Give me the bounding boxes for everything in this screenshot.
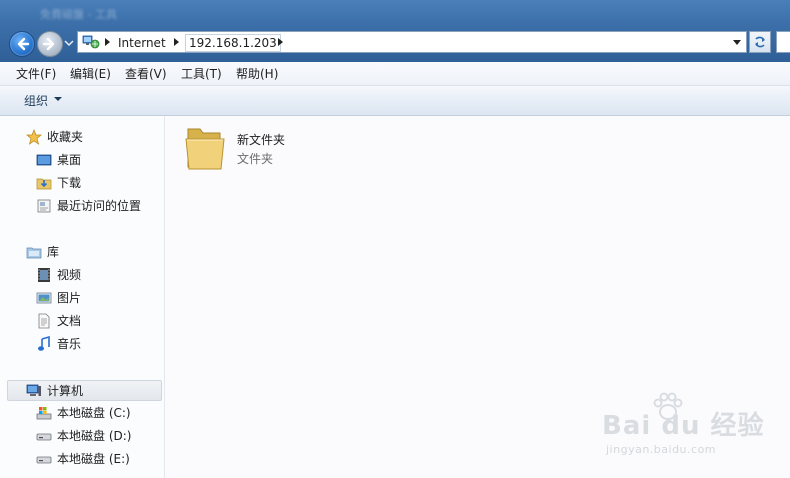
nav-item-label: 下载 <box>57 176 82 190</box>
system-drive-icon <box>36 407 52 420</box>
documents-library-icon <box>38 313 50 329</box>
arrow-right-icon <box>42 37 55 51</box>
menu-bar: 文件(F) 编辑(E) 查看(V) 工具(T) 帮助(H) <box>0 62 790 86</box>
computer-icon <box>26 384 41 396</box>
hard-drive-icon <box>36 433 52 441</box>
nav-item-label: 本地磁盘 (C:) <box>57 406 131 420</box>
hard-drive-icon <box>36 456 52 464</box>
libraries-icon <box>26 247 42 259</box>
address-bar[interactable]: Internet 192.168.1.203 <box>77 31 747 53</box>
folder-type: 文件夹 <box>237 152 274 166</box>
folder-icon[interactable] <box>184 125 226 171</box>
menu-view[interactable]: 查看(V) <box>125 66 167 82</box>
menu-help[interactable]: 帮助(H) <box>236 66 278 82</box>
menu-edit[interactable]: 编辑(E) <box>70 66 111 82</box>
nav-item-label: 本地磁盘 (D:) <box>57 429 132 443</box>
nav-item-label: 文档 <box>57 314 82 328</box>
recent-places-icon <box>37 199 51 213</box>
pictures-library-icon <box>36 292 52 304</box>
command-bar: 组织 <box>0 86 790 116</box>
organize-button[interactable]: 组织 <box>24 93 48 109</box>
network-icon <box>82 35 100 49</box>
video-library-icon <box>38 268 50 282</box>
menu-tools[interactable]: 工具(T) <box>181 66 222 82</box>
nav-item-label: 本地磁盘 (E:) <box>57 452 130 466</box>
nav-item-label: 视频 <box>57 268 82 282</box>
nav-item-label: 最近访问的位置 <box>57 199 142 213</box>
nav-computer-label: 计算机 <box>47 384 84 398</box>
forward-button[interactable] <box>37 31 63 57</box>
nav-item-label: 音乐 <box>57 337 82 351</box>
window-title: 免費磁盤 - 工具 <box>40 8 117 20</box>
nav-item-label: 桌面 <box>57 153 82 167</box>
breadcrumb-current-ip[interactable]: 192.168.1.203 <box>185 34 281 52</box>
watermark-url: jingyan.baidu.com <box>606 443 717 456</box>
nav-libraries-label: 库 <box>47 245 60 259</box>
breadcrumb-separator-icon[interactable] <box>174 38 179 46</box>
music-library-icon <box>38 336 50 351</box>
downloads-folder-icon <box>36 178 52 190</box>
search-input[interactable] <box>776 31 790 53</box>
address-history-dropdown[interactable] <box>729 32 746 52</box>
folder-name[interactable]: 新文件夹 <box>237 131 285 148</box>
chevron-down-icon[interactable] <box>54 97 62 101</box>
refresh-button[interactable] <box>749 31 771 53</box>
refresh-icon <box>755 36 765 48</box>
watermark-brand: Bai du 经验 <box>602 411 765 441</box>
arrow-left-icon <box>17 37 30 51</box>
breadcrumb-internet[interactable]: Internet <box>118 35 166 51</box>
navigation-pane <box>0 116 165 478</box>
nav-favorites-label: 收藏夹 <box>47 130 84 144</box>
breadcrumb-separator-icon[interactable] <box>105 38 110 46</box>
nav-item-label: 图片 <box>57 291 82 305</box>
breadcrumb-separator-icon[interactable] <box>278 38 283 46</box>
back-button[interactable] <box>9 31 35 57</box>
menu-file[interactable]: 文件(F) <box>16 66 56 82</box>
desktop-icon <box>36 154 52 166</box>
recent-pages-dropdown-icon[interactable] <box>64 38 74 48</box>
star-icon <box>26 129 42 145</box>
